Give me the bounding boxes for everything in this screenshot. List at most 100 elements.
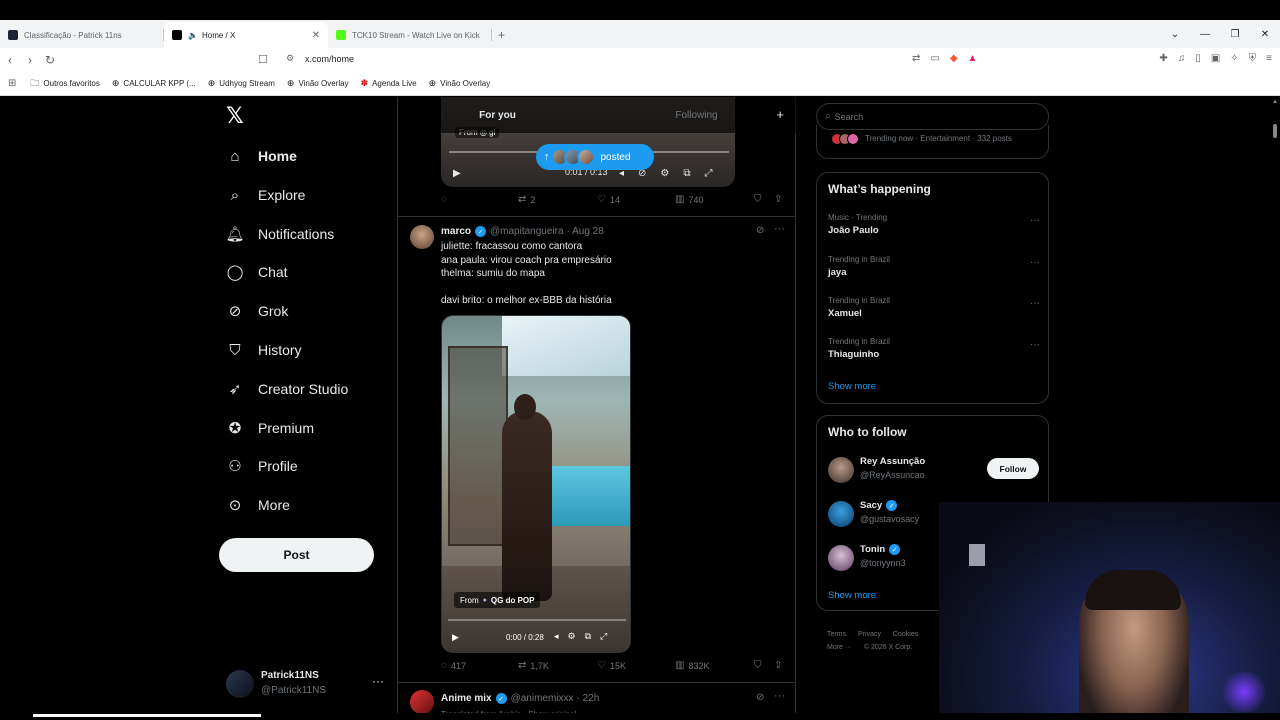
avatar[interactable] <box>410 690 434 714</box>
nav-more[interactable]: ⊙ More <box>226 490 290 520</box>
tweet-author-handle[interactable]: @mapitangueira <box>490 226 564 237</box>
wallet-icon[interactable]: ▣ <box>1211 53 1220 64</box>
vpn-icon[interactable]: ⛨ <box>1249 53 1257 64</box>
bookmark-item[interactable]: ✽ Agenda Live <box>361 78 417 89</box>
views-button[interactable]: ▥ 832K <box>675 660 709 671</box>
nav-explore[interactable]: ⌕ Explore <box>226 180 306 210</box>
more-dots-icon[interactable]: ··· <box>1030 339 1040 350</box>
play-icon[interactable]: ▶ <box>452 632 459 643</box>
play-icon[interactable]: ▶ <box>453 168 461 179</box>
pip-icon[interactable]: ⧉ <box>683 168 690 179</box>
nav-creator-studio[interactable]: ➶ Creator Studio <box>226 374 349 404</box>
tab-for-you[interactable]: For you <box>398 97 597 133</box>
nav-profile[interactable]: ⚇ Profile <box>226 451 297 481</box>
tab-search-icon[interactable]: ⌄ <box>1160 29 1190 40</box>
follow-button[interactable]: Follow <box>987 458 1039 479</box>
url-field[interactable]: x.com/home <box>305 54 354 64</box>
extensions-icon[interactable]: ✚ <box>1159 53 1167 64</box>
nav-history[interactable]: ⛉ History <box>226 335 301 365</box>
tweet-date[interactable]: · Aug 28 <box>567 226 604 237</box>
browser-tab-home-x[interactable]: 🔈 Home / X ✕ <box>164 22 328 48</box>
cast-icon[interactable]: ▭ <box>930 53 939 64</box>
bookmark-item[interactable]: ⊕ CALCULAR KPP (... <box>112 78 196 89</box>
more-dots-icon[interactable]: ··· <box>774 690 785 702</box>
nav-premium[interactable]: ✪ Premium <box>226 413 314 443</box>
brave-shield-icon[interactable]: ◆ <box>950 53 958 64</box>
tweet-author-name[interactable]: marco <box>441 226 471 237</box>
video-player[interactable]: From ● QG do POP ▶ 0:00 / 0:28 ◂ ⚙ ⧉ ⤢ <box>441 315 631 653</box>
browser-tab-classificacao[interactable]: Classificação - Patrick 11ns <box>0 22 164 48</box>
apps-icon[interactable]: ⊞ <box>8 78 16 89</box>
trend-item[interactable]: Trending in Brazil jaya ··· <box>828 255 1040 285</box>
back-icon[interactable]: ‹ <box>0 53 20 67</box>
grok-icon[interactable]: ⊘ <box>756 692 764 703</box>
more-dots-icon[interactable]: ··· <box>372 674 384 688</box>
pip-icon[interactable]: ⧉ <box>585 631 591 642</box>
grok-icon[interactable]: ⊘ <box>756 225 764 236</box>
volume-icon[interactable]: ◂ <box>554 631 559 642</box>
show-more-link[interactable]: Show more <box>828 381 876 392</box>
close-tab-icon[interactable]: ✕ <box>312 30 320 41</box>
close-window-icon[interactable]: ✕ <box>1250 29 1280 40</box>
settings-icon[interactable]: ⚙ <box>660 168 669 179</box>
nav-grok[interactable]: ⊘ Grok <box>226 296 289 326</box>
x-logo-icon[interactable]: 𝕏 <box>226 104 244 129</box>
more-dots-icon[interactable]: ··· <box>1030 298 1040 309</box>
sidebar-icon[interactable]: ▯ <box>1195 53 1201 64</box>
scroll-thumb[interactable] <box>1273 124 1277 138</box>
bookmark-button[interactable]: ⛉ <box>754 660 762 671</box>
bookmark-page-icon[interactable]: ☐ <box>258 53 268 66</box>
new-tab-button[interactable]: + <box>498 22 505 48</box>
nav-chat[interactable]: ◯ Chat <box>226 257 288 287</box>
account-switcher[interactable]: Patrick11NS @Patrick11NS ··· <box>226 668 386 704</box>
footer-link[interactable]: Cookies <box>893 631 918 638</box>
trend-item[interactable]: Trending in Brazil Thiaguinho ··· <box>828 337 1040 367</box>
repost-button[interactable]: ⇄ 1,7K <box>518 660 549 671</box>
browser-tab-kick[interactable]: TCK10 Stream - Watch Live on Kick <box>328 22 492 48</box>
translate-icon[interactable]: ⇄ <box>912 53 920 64</box>
forward-icon[interactable]: › <box>20 53 40 67</box>
trending-now-card[interactable]: Trending now · Entertainment · 332 posts <box>816 125 1049 159</box>
tab-following[interactable]: Following <box>597 97 796 133</box>
avatar[interactable] <box>410 225 434 249</box>
bookmark-button[interactable]: ⛉ <box>754 194 762 205</box>
reply-button[interactable]: ◌ 417 <box>441 660 466 671</box>
scroll-up-icon[interactable]: ▲ <box>1272 99 1278 105</box>
share-button[interactable]: ⇪ <box>774 194 782 205</box>
repost-button[interactable]: ⇄ 2 <box>518 194 535 205</box>
like-button[interactable]: ♡ 15K <box>597 660 626 671</box>
bookmark-item[interactable]: 🗀 Outros favoritos <box>30 76 99 92</box>
views-button[interactable]: ▥ 740 <box>675 194 703 205</box>
more-dots-icon[interactable]: ··· <box>774 223 785 235</box>
video-source-label[interactable]: From ● QG do POP <box>454 592 541 608</box>
fullscreen-icon[interactable]: ⤢ <box>600 631 607 642</box>
footer-link[interactable]: Privacy <box>858 631 881 638</box>
leo-ai-icon[interactable]: ✧ <box>1230 53 1238 64</box>
settings-icon[interactable]: ⚙ <box>568 631 576 642</box>
post-button[interactable]: Post <box>219 538 374 572</box>
search-input[interactable]: ⌕ Search <box>816 103 1049 130</box>
more-dots-icon[interactable]: ··· <box>1030 257 1040 268</box>
restore-icon[interactable]: ❐ <box>1220 29 1250 40</box>
more-dots-icon[interactable]: ··· <box>1030 215 1040 226</box>
tweet-author-handle[interactable]: @animemixxx <box>511 693 574 704</box>
follow-suggestion[interactable]: Rey Assunção @ReyAssuncao Follow <box>828 455 1040 485</box>
reload-icon[interactable]: ↻ <box>40 53 60 67</box>
bookmark-item[interactable]: ⊕ Vinão Overlay <box>287 78 349 89</box>
bookmark-item[interactable]: ⊕ Udhyog Stream <box>208 78 275 89</box>
menu-icon[interactable]: ≡ <box>1266 53 1272 64</box>
nav-notifications[interactable]: 🔔︎ Notifications <box>225 219 334 249</box>
trend-item[interactable]: Trending in Brazil Xamuel ··· <box>828 296 1040 326</box>
footer-link[interactable]: Terms <box>827 631 846 638</box>
new-posts-pill[interactable]: ↑ posted <box>536 144 654 170</box>
trend-item[interactable]: Music · Trending João Paulo ··· <box>828 213 1040 243</box>
tweet[interactable]: marco ✓ @mapitangueira · Aug 28 ⊘ ··· ju… <box>398 217 796 682</box>
add-feed-icon[interactable]: + <box>776 107 784 122</box>
tweet-date[interactable]: · 22h <box>577 693 600 704</box>
site-info-icon[interactable]: ⚙ <box>286 53 294 64</box>
video-progress-bar[interactable] <box>448 619 626 621</box>
like-button[interactable]: ♡ 14 <box>597 194 620 205</box>
show-more-link[interactable]: Show more <box>828 590 876 601</box>
minimize-icon[interactable]: — <box>1190 29 1220 40</box>
tweet-author-name[interactable]: Anime mix <box>441 693 492 704</box>
